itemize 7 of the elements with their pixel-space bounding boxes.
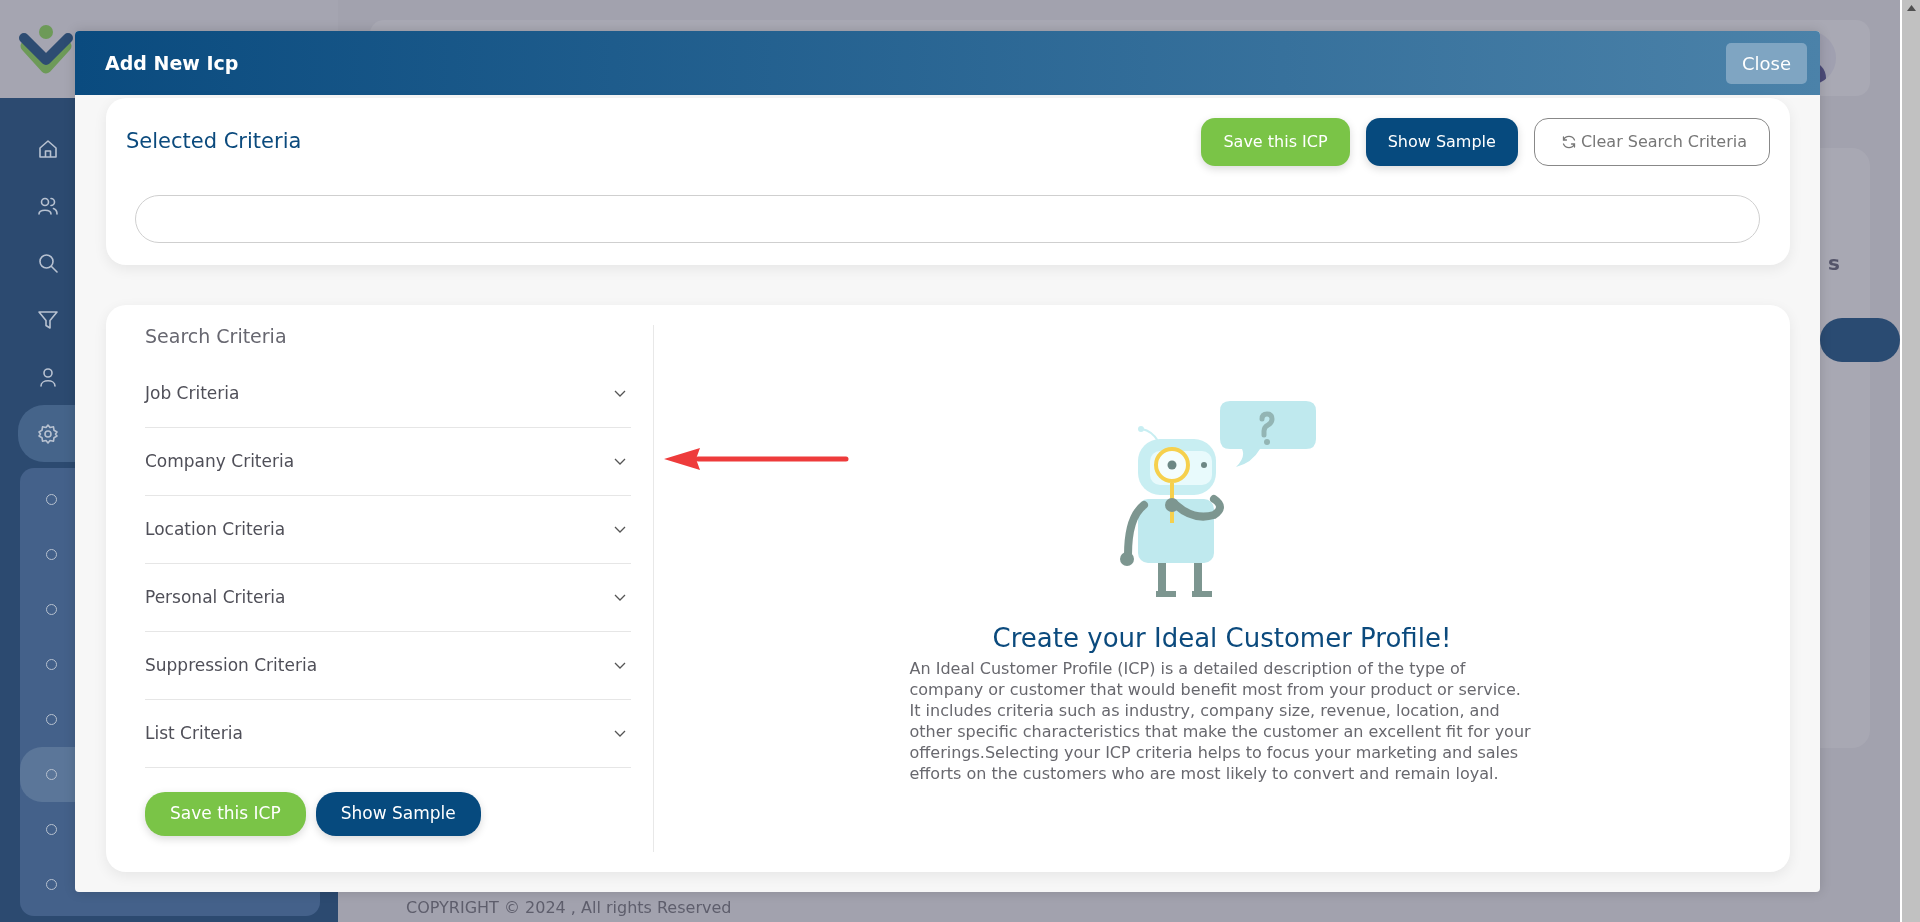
modal-title: Add New Icp bbox=[105, 51, 239, 75]
copyright-text: COPYRIGHT © 2024 , All rights Reserved bbox=[405, 897, 733, 919]
intro-text: An Ideal Customer Profile (ICP) is a detailed description of the type of company or customer that would benefit most from your product or service. It includes criteria such as industry, company size, revenue, location, and other specific characteristics that make the customer an excellent fit for your offerings.Selecting your ICP criteria helps to focus your marketing and sales efforts on the customers who are most likely to convert and remain loyal. bbox=[909, 658, 1532, 785]
section-title: Search Criteria bbox=[145, 325, 288, 348]
intro-heading: Create your Ideal Customer Profile! bbox=[992, 623, 1452, 655]
heading-fragment: s bbox=[1828, 250, 1840, 277]
section-title: Selected Criteria bbox=[126, 129, 302, 155]
